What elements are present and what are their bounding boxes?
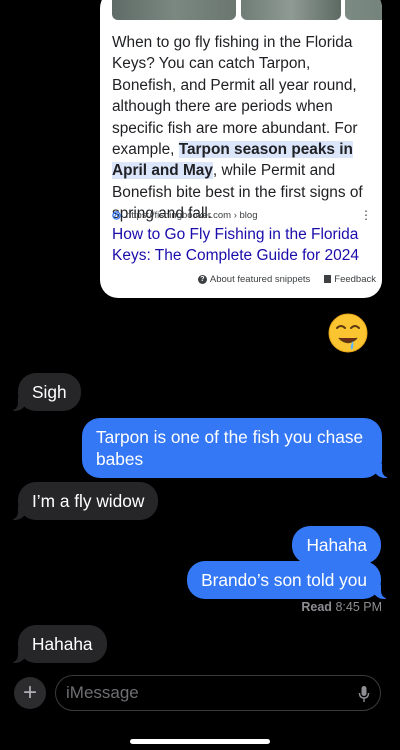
more-options-icon[interactable]: ⋮ — [360, 209, 372, 221]
question-icon: ? — [197, 274, 207, 284]
read-receipt: Read 8:45 PM — [301, 600, 382, 614]
snippet-image — [112, 0, 236, 20]
message-text: Hahaha — [306, 535, 367, 555]
about-featured-snippets[interactable]: ? About featured snippets — [197, 273, 311, 285]
imessage-input[interactable] — [66, 676, 346, 710]
home-indicator[interactable] — [130, 739, 270, 744]
snippet-image — [345, 0, 382, 20]
outgoing-message-bubble[interactable]: Hahaha — [292, 526, 381, 564]
outgoing-message-bubble[interactable]: Brando’s son told you — [187, 561, 391, 599]
message-text: Brando’s son told you — [201, 570, 367, 590]
snippet-source[interactable]: https://fishingbooker.com › blog — [112, 210, 258, 221]
drooling-face-reaction-icon[interactable] — [328, 313, 368, 353]
snippet-footer: ? About featured snippets Feedback — [100, 270, 382, 288]
incoming-message-bubble[interactable]: Sigh — [8, 373, 81, 411]
read-label: Read — [301, 600, 332, 614]
message-text: I’m a fly widow — [32, 491, 145, 511]
incoming-message-bubble[interactable]: Hahaha — [8, 625, 107, 663]
message-text: Sigh — [32, 382, 67, 402]
flag-icon — [324, 275, 332, 283]
incoming-message-bubble[interactable]: I’m a fly widow — [7, 482, 159, 520]
plus-button[interactable]: + — [14, 677, 46, 709]
feedback-link[interactable]: Feedback — [324, 274, 376, 285]
site-favicon-icon — [112, 211, 121, 220]
read-time: 8:45 PM — [335, 600, 382, 614]
feedback-label: Feedback — [334, 273, 376, 285]
shared-snippet-card[interactable]: When to go fly fishing in the Florida Ke… — [100, 0, 382, 298]
snippet-source-url: https://fishingbooker.com › blog — [126, 210, 258, 221]
message-input-container[interactable] — [55, 675, 381, 711]
message-text: Hahaha — [32, 634, 93, 654]
microphone-icon[interactable] — [358, 685, 370, 703]
snippet-image — [241, 0, 341, 20]
outgoing-message-bubble[interactable]: Tarpon is one of the fish you chase babe… — [82, 418, 392, 478]
snippet-text: When to go fly fishing in the Florida Ke… — [112, 32, 374, 225]
snippet-link-title[interactable]: How to Go Fly Fishing in the Florida Key… — [112, 225, 374, 266]
snippet-image-strip — [100, 0, 382, 20]
about-label: About featured snippets — [209, 273, 311, 285]
snippet-text-before: When to go fly fishing in the Florida Ke… — [112, 34, 358, 159]
message-text: Tarpon is one of the fish you chase babe… — [96, 427, 364, 469]
